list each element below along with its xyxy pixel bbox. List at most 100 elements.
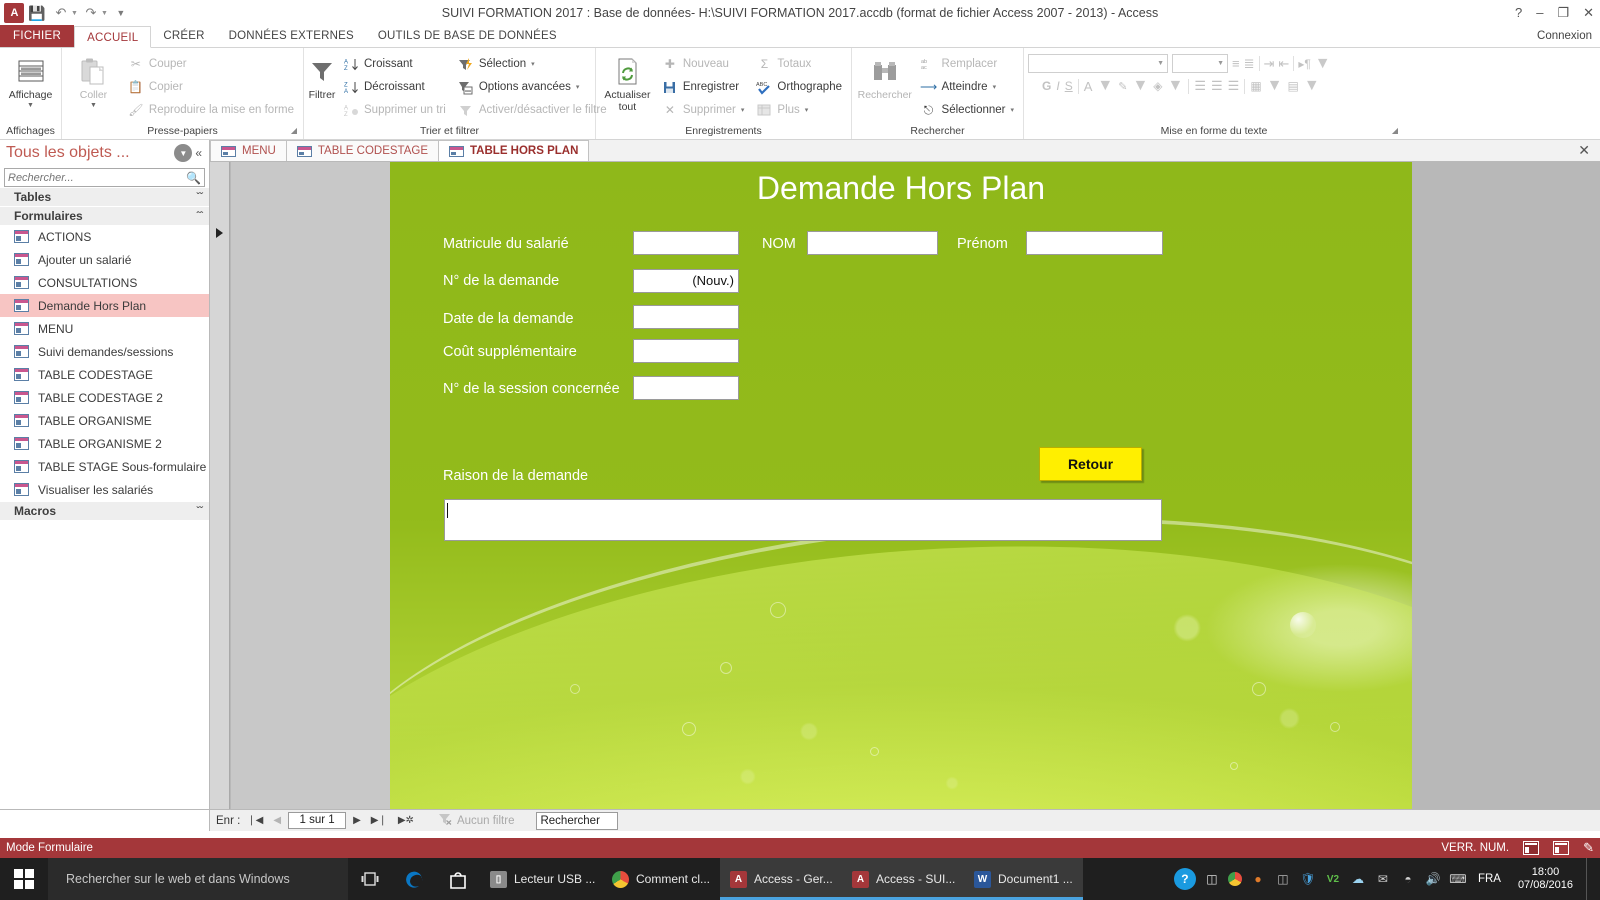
connexion-link[interactable]: Connexion	[1537, 25, 1600, 47]
options-avancees-button[interactable]: Options avancées ▾	[453, 76, 612, 98]
align-center-icon[interactable]: ☰	[1211, 78, 1223, 94]
close-document-icon[interactable]: ✕	[1578, 140, 1600, 161]
undo-icon[interactable]: ↶	[50, 2, 72, 24]
volume-icon[interactable]: 🔊	[1424, 870, 1442, 888]
underline-button[interactable]: S	[1065, 79, 1073, 93]
help-button[interactable]: ?	[1515, 0, 1522, 26]
tab-creer[interactable]: CRÉER	[151, 25, 216, 47]
last-record-button[interactable]: ▶❘	[368, 815, 390, 826]
redo-caret-icon[interactable]: ▼	[101, 10, 108, 17]
font-name-select[interactable]: ▼	[1028, 54, 1168, 73]
chevron-down-icon[interactable]: ˇˇ	[196, 192, 203, 203]
chevron-down-circle-icon[interactable]: ▼	[174, 144, 193, 162]
taskbar-app-lecteur-usb[interactable]: ▯ Lecteur USB ...	[480, 858, 602, 900]
input-date-demande[interactable]	[633, 305, 739, 329]
remplacer-button[interactable]: ab ac Remplacer	[916, 53, 1019, 75]
nav-group-tables[interactable]: Tables ˇˇ	[0, 187, 209, 206]
align-right-icon[interactable]: ☰	[1228, 78, 1240, 94]
record-selector-bar[interactable]	[210, 162, 230, 809]
restore-button[interactable]: ❐	[1557, 0, 1569, 26]
nav-item-menu[interactable]: MENU	[0, 317, 209, 340]
input-raison-demande[interactable]	[444, 499, 1162, 541]
tab-fichier[interactable]: FICHIER	[0, 25, 75, 47]
nav-item-suivi-demandes-sessions[interactable]: Suivi demandes/sessions	[0, 340, 209, 363]
copier-button[interactable]: 📋 Copier	[123, 76, 299, 98]
chevron-down-icon[interactable]: ▼	[1315, 55, 1331, 73]
layout-view-icon[interactable]	[1553, 841, 1570, 855]
font-color-icon[interactable]: A	[1084, 79, 1093, 94]
first-record-button[interactable]: ❘◀	[244, 815, 266, 826]
network-icon[interactable]: ◓	[1399, 870, 1417, 888]
filtrer-button[interactable]: Filtrer	[308, 52, 336, 101]
decroissant-button[interactable]: Z A Décroissant	[338, 76, 451, 98]
plus-button[interactable]: Plus ▾	[751, 99, 847, 121]
input-nom[interactable]	[807, 231, 938, 255]
nav-item-demande-hors-plan[interactable]: Demande Hors Plan	[0, 294, 209, 317]
v2-icon[interactable]: V2	[1324, 870, 1342, 888]
rechercher-button[interactable]: Rechercher	[856, 52, 914, 101]
help-circle-icon[interactable]: ?	[1173, 868, 1196, 890]
nav-item-table-codestage[interactable]: TABLE CODESTAGE	[0, 363, 209, 386]
monitor-icon[interactable]: ◫	[1274, 870, 1292, 888]
indent-increase-icon[interactable]: ⇥	[1264, 56, 1275, 72]
chevron-down-icon[interactable]: ▼	[1157, 60, 1164, 67]
record-search-input[interactable]: Rechercher	[536, 811, 619, 830]
nav-item-table-stage-sous-formulaire[interactable]: TABLE STAGE Sous-formulaire	[0, 455, 209, 478]
form-view-icon[interactable]	[1523, 841, 1540, 855]
gridlines-icon[interactable]: ▦	[1250, 79, 1261, 93]
tab-donnees-externes[interactable]: DONNÉES EXTERNES	[217, 25, 366, 47]
taskbar-clock[interactable]: 18:00 07/08/2016	[1512, 866, 1579, 892]
battery-icon[interactable]: ◫	[1203, 870, 1221, 888]
chevron-down-icon[interactable]: ▾	[531, 60, 535, 68]
nav-item-actions[interactable]: ACTIONS	[0, 225, 209, 248]
chevron-down-icon[interactable]: ▼	[1097, 77, 1113, 95]
start-button[interactable]	[0, 858, 48, 900]
mail-icon[interactable]: ✉	[1374, 870, 1392, 888]
chevron-up-icon[interactable]: ˆˆ	[196, 211, 203, 222]
task-view-icon[interactable]	[348, 858, 392, 900]
atteindre-button[interactable]: ⟶ Atteindre ▾	[916, 76, 1019, 98]
chevron-down-icon[interactable]: ▼	[1267, 77, 1283, 95]
activer-desactiver-filtre-button[interactable]: Activer/désactiver le filtre	[453, 99, 612, 121]
chevron-down-icon[interactable]: ▾	[1010, 106, 1014, 114]
new-record-button[interactable]: ▶✲	[394, 815, 418, 826]
nav-item-visualiser-les-salaries[interactable]: Visualiser les salariés	[0, 478, 209, 501]
chevron-down-icon[interactable]: ▾	[741, 106, 745, 114]
highlight-icon[interactable]: ✎	[1118, 80, 1127, 93]
chevron-down-icon[interactable]: ▾	[576, 83, 580, 91]
double-chevron-left-icon[interactable]: «	[192, 146, 205, 160]
actualiser-tout-button[interactable]: Actualiser tout	[600, 52, 655, 113]
show-desktop-button[interactable]	[1586, 858, 1594, 900]
search-input[interactable]	[5, 171, 184, 184]
windows-search-box[interactable]: Rechercher sur le web et dans Windows	[48, 858, 348, 900]
chevron-down-icon[interactable]: ˇˇ	[196, 506, 203, 517]
doc-tab-table-codestage[interactable]: TABLE CODESTAGE	[285, 140, 440, 161]
nav-item-table-codestage-2[interactable]: TABLE CODESTAGE 2	[0, 386, 209, 409]
save-icon[interactable]: 💾	[26, 2, 48, 24]
record-position-input[interactable]: 1 sur 1	[288, 812, 347, 829]
nav-item-table-organisme-2[interactable]: TABLE ORGANISME 2	[0, 432, 209, 455]
search-icon[interactable]: 🔍	[183, 171, 204, 185]
undo-caret-icon[interactable]: ▼	[71, 10, 78, 17]
edge-icon[interactable]	[392, 858, 436, 900]
font-size-select[interactable]: ▼	[1172, 54, 1228, 73]
alternate-row-color-icon[interactable]: ▤	[1288, 79, 1299, 93]
tab-accueil[interactable]: ACCUEIL	[74, 26, 152, 48]
reproduire-mise-en-forme-button[interactable]: 🖌 Reproduire la mise en forme	[123, 99, 299, 121]
nav-group-formulaires[interactable]: Formulaires ˆˆ	[0, 206, 209, 225]
align-left-icon[interactable]: ☰	[1194, 78, 1206, 94]
italic-button[interactable]: I	[1056, 79, 1059, 93]
input-numero-session[interactable]	[633, 376, 739, 400]
nav-item-consultations[interactable]: CONSULTATIONS	[0, 271, 209, 294]
onedrive-icon[interactable]: ☁	[1349, 870, 1367, 888]
tab-outils-base-de-donnees[interactable]: OUTILS DE BASE DE DONNÉES	[366, 25, 569, 47]
input-cout-supplementaire[interactable]	[633, 339, 739, 363]
language-indicator[interactable]: FRA	[1474, 873, 1505, 885]
nav-item-table-organisme[interactable]: TABLE ORGANISME	[0, 409, 209, 432]
supprimer-button[interactable]: ✕ Supprimer ▾	[657, 99, 750, 121]
orthographe-button[interactable]: ABC Orthographe	[751, 76, 847, 98]
taskbar-app-comment-cl[interactable]: Comment cl...	[602, 858, 720, 900]
shield-icon[interactable]: 🛡	[1299, 870, 1317, 888]
navigation-search-box[interactable]: 🔍	[4, 168, 205, 187]
croissant-button[interactable]: A Z Croissant	[338, 53, 451, 75]
